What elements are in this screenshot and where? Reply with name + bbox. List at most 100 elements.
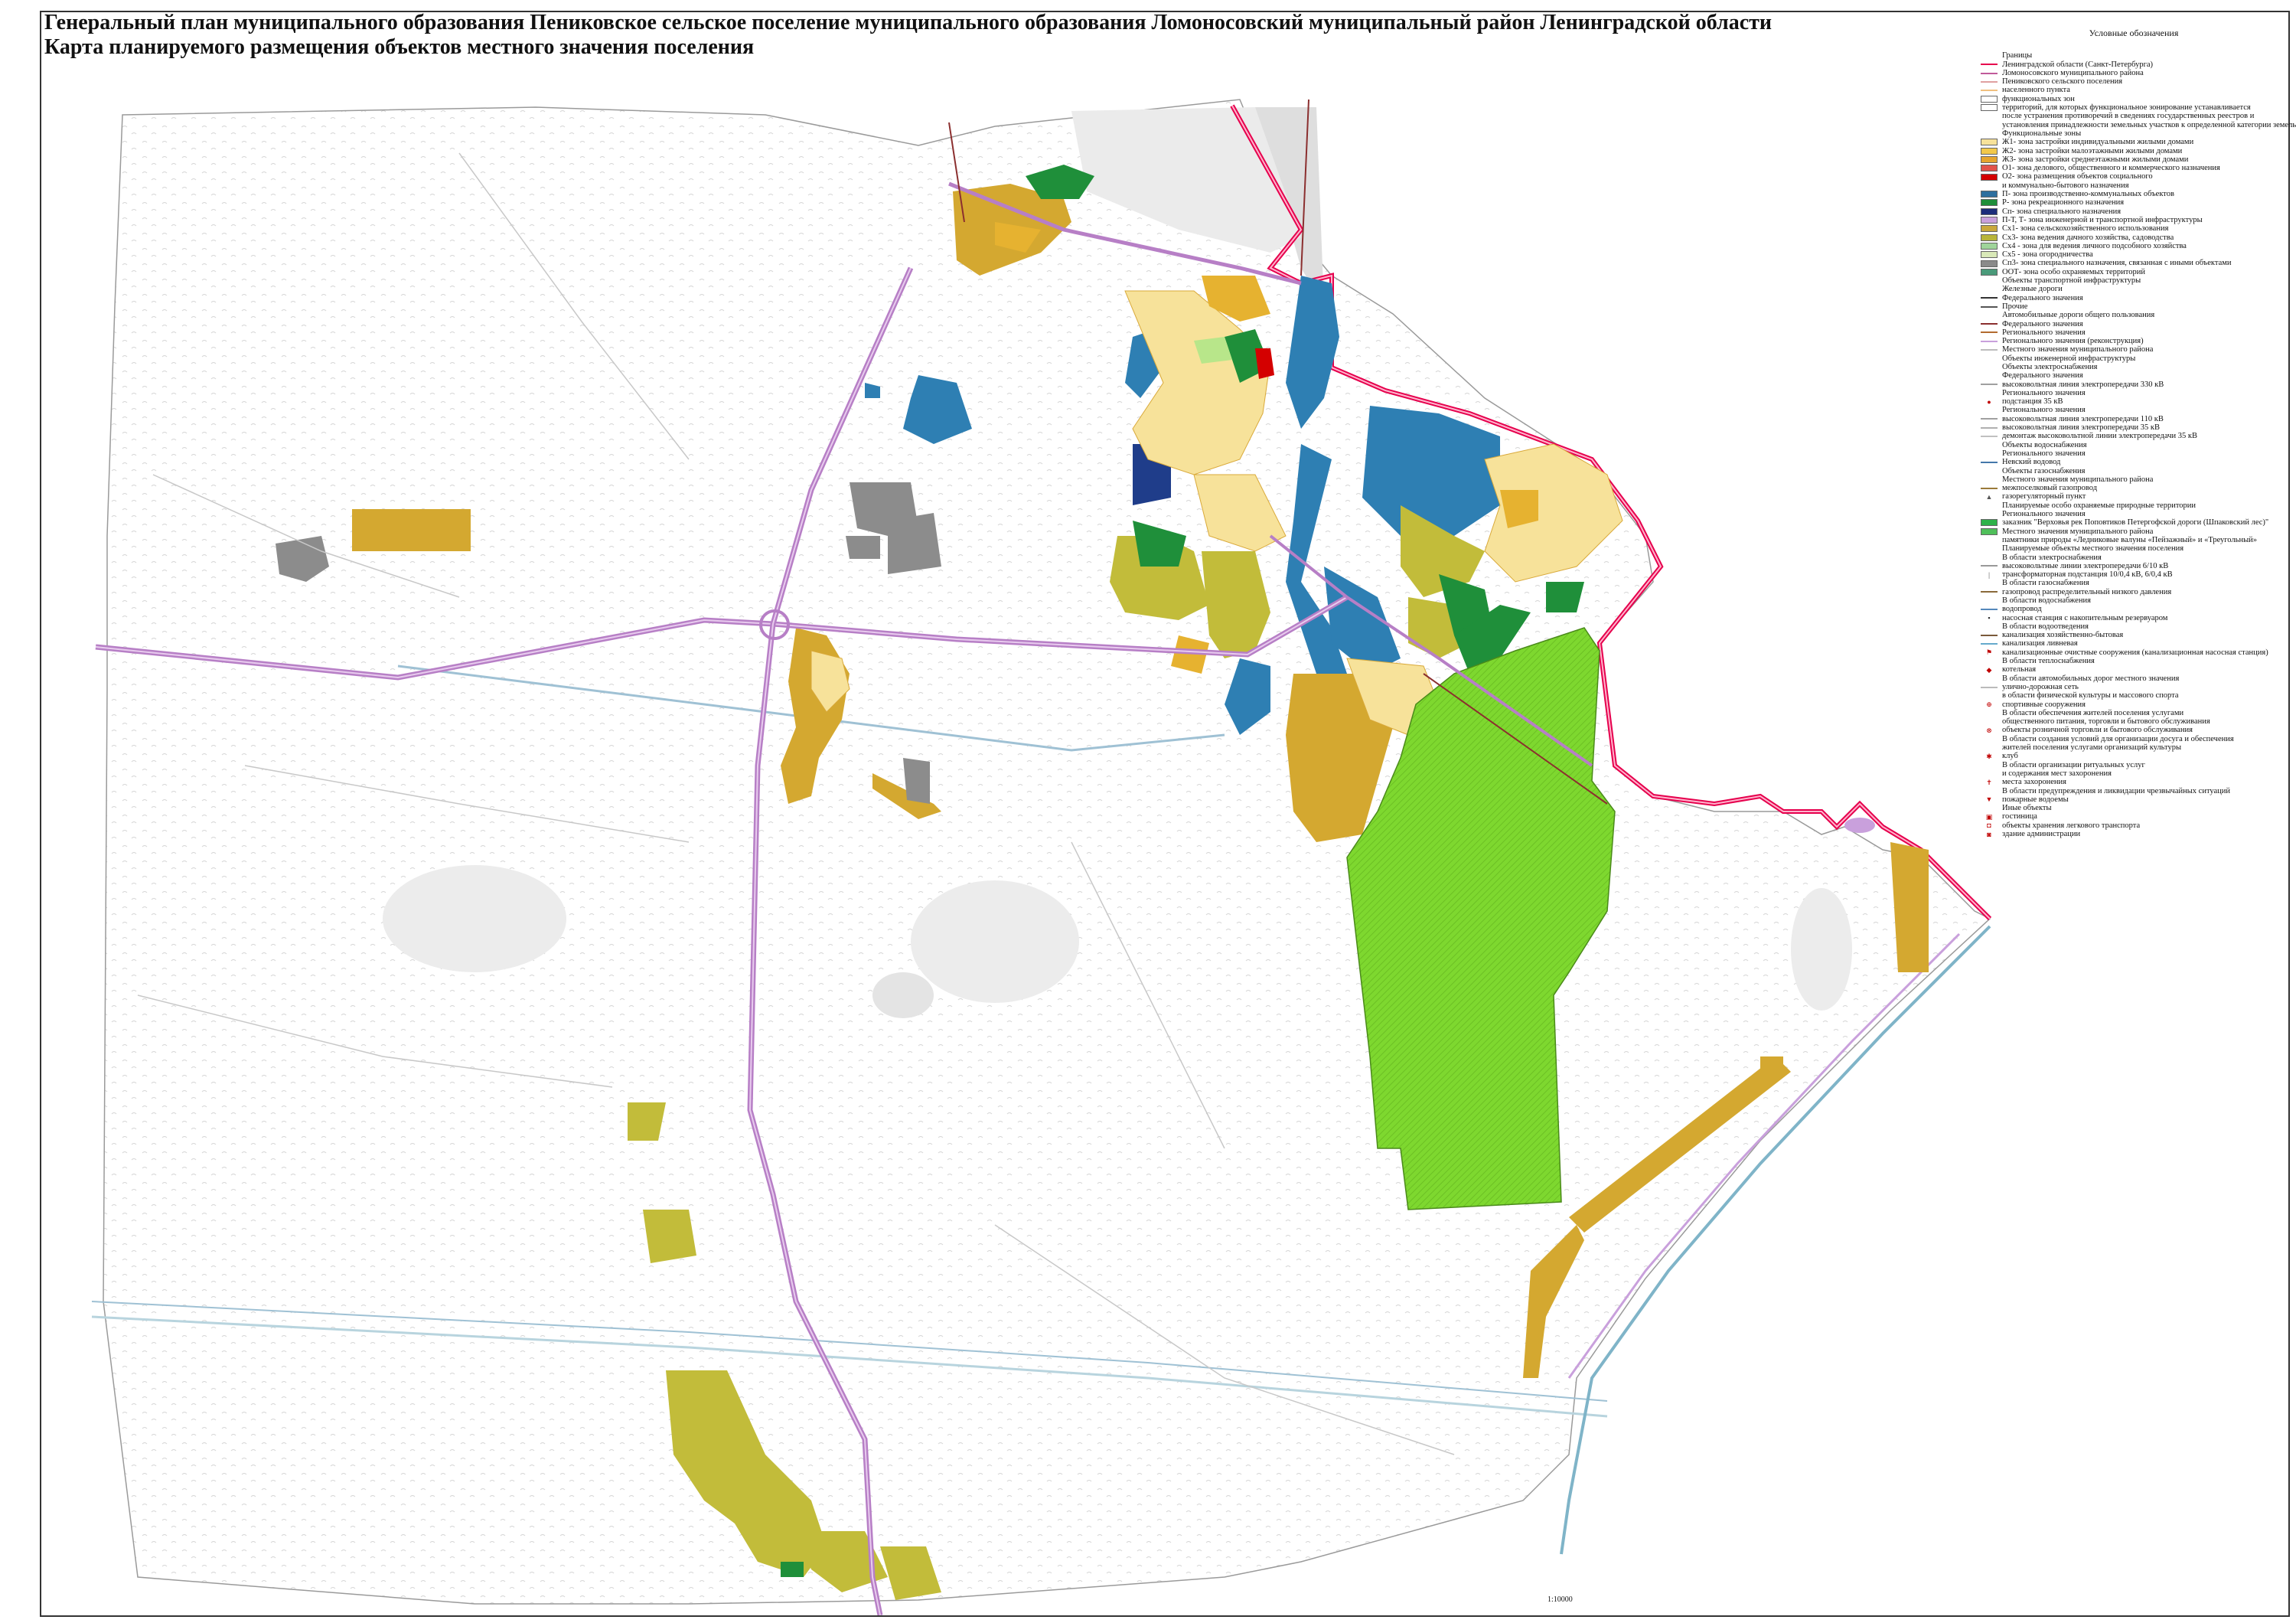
legend-item: В области газоснабжения xyxy=(1981,579,2287,587)
legend-label: Функциональные зоны xyxy=(2002,129,2082,138)
legend-label: В области электроснабжения xyxy=(2002,553,2102,562)
legend-item: Ломоносовского муниципального района xyxy=(1981,69,2287,77)
legend-label: объекты хранения легкового транспорта xyxy=(2002,821,2141,830)
legend-label: Планируемые особо охраняемые природные т… xyxy=(2002,501,2197,510)
legend-label: здание администрации xyxy=(2002,830,2081,839)
legend-item: Ж2- зона застройки малоэтажными жилыми д… xyxy=(1981,147,2287,155)
legend-line-symbol xyxy=(1981,90,1998,92)
legend-icon: ◆ xyxy=(1986,666,1992,674)
legend-item: Объекты инженерной инфраструктуры xyxy=(1981,354,2287,363)
legend-item: В области обеспечения жителей поселения … xyxy=(1981,709,2287,717)
legend-item: канализация ливневая xyxy=(1981,639,2287,648)
legend-item: и коммунально-бытового назначения xyxy=(1981,181,2287,190)
legend-swatch xyxy=(1981,260,1998,267)
legend-item: газопровод распределительный низкого дав… xyxy=(1981,588,2287,596)
legend-item: общественного питания, торговли и бытово… xyxy=(1981,717,2287,726)
legend-line-symbol xyxy=(1981,349,1998,351)
legend-label: трансформаторная подстанция 10/0,4 кВ, 6… xyxy=(2002,570,2173,580)
legend-item: ✝ места захоронения xyxy=(1981,778,2287,786)
legend-swatch xyxy=(1981,139,1998,146)
legend-label: установления принадлежности земельных уч… xyxy=(2002,120,2296,129)
legend-label: Регионального значения xyxy=(2002,510,2086,519)
legend-swatch xyxy=(1981,251,1998,259)
legend-label: Федерального значения xyxy=(2002,371,2083,380)
legend-icon: ⚑ xyxy=(1985,648,1993,657)
legend-label: канализация хозяйственно-бытовая xyxy=(2002,631,2124,640)
legend-label: Регионального значения xyxy=(2002,406,2086,415)
legend-item: функциональных зон xyxy=(1981,95,2287,103)
legend-label: Регионального значения xyxy=(2002,328,2086,337)
legend-line-symbol xyxy=(1981,340,1998,342)
legend-label: Регионального значения (реконструкция) xyxy=(2002,337,2144,346)
legend-item: ⊗ объекты розничной торговли и бытового о… xyxy=(1981,726,2287,734)
legend-item: Сп3- зона специального назначения, связа… xyxy=(1981,259,2287,267)
legend-label: Регионального значения xyxy=(2002,449,2086,458)
legend-item: Местного значения муниципального района xyxy=(1981,345,2287,354)
legend-line-symbol xyxy=(1981,72,1998,74)
legend-label: объекты розничной торговли и бытового об… xyxy=(2002,726,2193,735)
legend-item: В области предупреждения и ликвидации чр… xyxy=(1981,787,2287,795)
legend-item: территорий, для которых функциональное з… xyxy=(1981,103,2287,112)
legend-line-symbol xyxy=(1981,461,1998,463)
legend-label: Местного значения муниципального района xyxy=(2002,527,2154,536)
legend-item: Федерального значения xyxy=(1981,294,2287,302)
legend-label: Ленинградской области (Санкт-Петербурга) xyxy=(2002,60,2154,69)
legend-label: функциональных зон xyxy=(2002,94,2075,103)
legend-item: Регионального значения xyxy=(1981,406,2287,414)
legend-icon: ⊕ xyxy=(1986,700,1992,709)
legend-label: В области автомобильных дорог местного з… xyxy=(2002,674,2180,683)
legend-label: высоковольтные линии электропередачи 6/1… xyxy=(2002,561,2169,570)
legend-item: Пениковского сельского поселения xyxy=(1981,77,2287,86)
legend-swatch xyxy=(1981,191,1998,198)
legend-line-symbol xyxy=(1981,64,1998,66)
legend-item: ▪ насосная станция с накопительным резерв… xyxy=(1981,614,2287,622)
legend-item: В области водоотведения xyxy=(1981,622,2287,631)
legend-item: В области водоснабжения xyxy=(1981,596,2287,605)
legend-label: Р- зона рекреационного назначения xyxy=(2002,198,2125,207)
legend-swatch xyxy=(1981,156,1998,163)
legend-label: О1- зона делового, общественного и комме… xyxy=(2002,164,2220,173)
legend-item: Иные объекты xyxy=(1981,804,2287,812)
legend-label: Ломоносовского муниципального района xyxy=(2002,68,2144,77)
legend-item: Сх4 - зона для ведения личного подсобног… xyxy=(1981,242,2287,250)
legend-rows: Границы Ленинградской области (Санкт-Пете… xyxy=(1981,51,2296,839)
legend-line-symbol xyxy=(1981,487,1998,489)
legend-item: Регионального значения xyxy=(1981,449,2287,458)
legend-item: В области электроснабжения xyxy=(1981,554,2287,562)
legend-swatch xyxy=(1981,95,1998,103)
legend-label: П- зона производственно-коммунальных объ… xyxy=(2002,190,2174,199)
legend-item: в области физической культуры и массовог… xyxy=(1981,691,2287,700)
legend-label: спортивные сооружения xyxy=(2002,700,2086,709)
legend-item: водопровод xyxy=(1981,605,2287,613)
legend-swatch xyxy=(1981,104,1998,112)
legend-item: памятники природы «Ледниковые валуны «Пе… xyxy=(1981,536,2287,544)
legend-line-symbol xyxy=(1981,297,1998,299)
legend-label: Невский водовод xyxy=(2002,458,2061,467)
legend-item: высоковольтные линии электропередачи 6/1… xyxy=(1981,562,2287,570)
scale-label: 1:10000 xyxy=(1548,1595,1573,1604)
legend-label: жителей поселения услугами организаций к… xyxy=(2002,743,2182,753)
legend-item: | трансформаторная подстанция 10/0,4 кВ, … xyxy=(1981,570,2287,579)
legend-line-symbol xyxy=(1981,323,1998,325)
legend-label: Пениковского сельского поселения xyxy=(2002,77,2123,87)
legend-swatch xyxy=(1981,268,1998,276)
legend-icon: ✱ xyxy=(1986,752,1992,760)
legend-label: пожарные водоемы xyxy=(2002,795,2069,804)
legend-label: населенного пункта xyxy=(2002,86,2070,95)
legend-item: Железные дороги xyxy=(1981,285,2287,293)
legend-swatch xyxy=(1981,242,1998,250)
legend-swatch xyxy=(1981,519,1998,527)
legend-item: П-Т, Т- зона инженерной и транспортной и… xyxy=(1981,216,2287,224)
legend-item: ▣ гостиница xyxy=(1981,812,2287,821)
legend-item: ◘ объекты хранения легкового транспорта xyxy=(1981,821,2287,830)
legend-label: Сп3- зона специального назначения, связа… xyxy=(2002,259,2232,268)
legend-item: Границы xyxy=(1981,51,2287,60)
legend-label: улично-дорожная сеть xyxy=(2002,682,2079,691)
map-sheet: Генеральный план муниципального образова… xyxy=(0,0,2296,1623)
legend-label: Объекты транспортной инфраструктуры xyxy=(2002,276,2141,286)
legend-label: В области предупреждения и ликвидации чр… xyxy=(2002,786,2231,795)
legend-item: Местного значения муниципального района xyxy=(1981,527,2287,536)
legend-item: межпоселковый газопровод xyxy=(1981,484,2287,492)
legend-label: общественного питания, торговли и бытово… xyxy=(2002,717,2210,727)
legend-item: ● подстанция 35 кВ xyxy=(1981,397,2287,406)
